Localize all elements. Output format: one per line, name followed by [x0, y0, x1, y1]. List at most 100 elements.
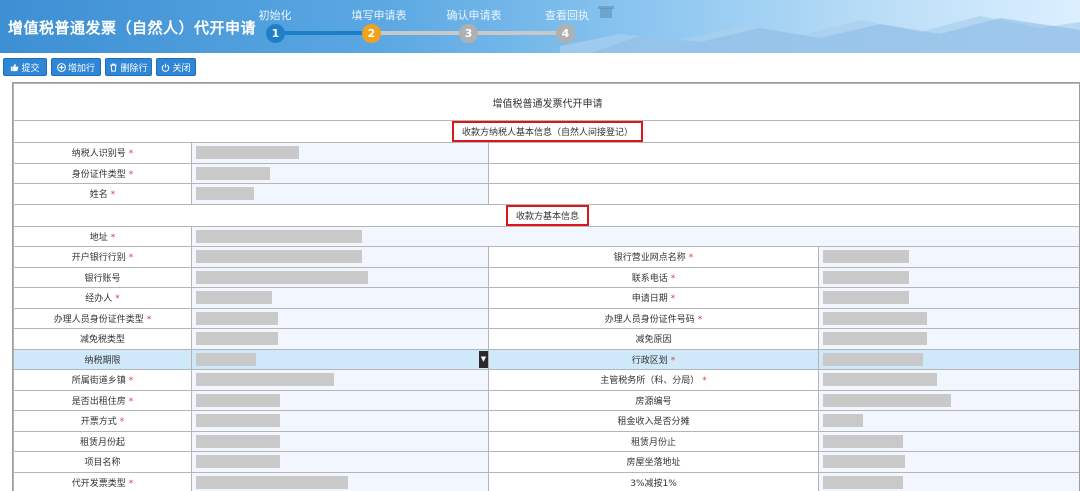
section-title-payee-basic: 收款方基本信息: [505, 204, 589, 226]
row-handler: 经办人 * 申请日期 *: [13, 287, 1079, 309]
row-bank: 开户银行行别 * 银行营业网点名称 *: [13, 246, 1079, 268]
label-lease-start: 租赁月份起: [13, 430, 192, 452]
label-house-location: 房屋坐落地址: [488, 451, 819, 473]
street-field[interactable]: [191, 369, 489, 391]
delete-row-label: 删除行: [120, 63, 148, 74]
row-id-type: 身份证件类型 *: [13, 162, 1079, 184]
label-house-no: 房源编号: [488, 389, 819, 411]
plus-circle-icon: [57, 62, 66, 72]
phone-field[interactable]: [818, 266, 1079, 288]
label-tax-period: 纳税期限: [13, 348, 192, 370]
admin-division-field[interactable]: [818, 348, 1079, 370]
taxpayer-id-field[interactable]: [191, 142, 489, 164]
row-address: 地址 *: [13, 225, 1079, 247]
reduce-rate-field[interactable]: [818, 471, 1079, 491]
label-handler-id-no: 办理人员身份证件号码 *: [488, 307, 819, 329]
step-label-3: 确认申请表: [446, 9, 502, 22]
tax-office-field[interactable]: [818, 369, 1079, 391]
row-invoice-type: 代开发票类型 * 3%减按1%: [13, 471, 1079, 491]
handler-id-type-field[interactable]: [191, 307, 489, 329]
label-bank-account: 银行账号: [13, 266, 192, 288]
row-taxpayer-id: 纳税人识别号 *: [13, 142, 1079, 164]
step-dot-2: 2: [362, 24, 381, 43]
row-tax-period: 纳税期限 ▼ 行政区划 *: [13, 348, 1079, 370]
row-bank-account: 银行账号 联系电话 *: [13, 266, 1079, 288]
step-label-1: 初始化: [258, 9, 292, 22]
label-project-name: 项目名称: [13, 451, 192, 473]
add-row-label: 增加行: [67, 63, 95, 74]
label-tax-reduction-type: 减免税类型: [13, 328, 192, 350]
address-field[interactable]: [191, 225, 1079, 247]
row-handler-id: 办理人员身份证件类型 * 办理人员身份证件号码 *: [13, 307, 1079, 329]
row-rental: 是否出租住房 * 房源编号: [13, 389, 1079, 411]
row-reduction: 减免税类型 减免原因: [13, 328, 1079, 350]
progress-steps: 初始化 填写申请表 确认申请表 查看回执 1 2 3 4: [0, 0, 1080, 53]
form-title-row: 增值税普通发票代开申请: [13, 83, 1079, 121]
name-field[interactable]: [191, 183, 489, 205]
label-handler-id-type: 办理人员身份证件类型 *: [13, 307, 192, 329]
row-invoice-method: 开票方式 * 租金收入是否分摊: [13, 410, 1079, 432]
handler-field[interactable]: [191, 287, 489, 309]
label-taxpayer-id: 纳税人识别号 *: [13, 142, 192, 164]
dropdown-arrow-icon[interactable]: ▼: [479, 350, 488, 368]
row-lease: 租赁月份起 租赁月份止: [13, 430, 1079, 452]
add-row-button[interactable]: 增加行: [51, 58, 101, 76]
toolbar: 提交 增加行 删除行 关闭: [0, 55, 1080, 79]
step-label-2: 填写申请表: [351, 9, 407, 22]
label-invoice-type: 代开发票类型 *: [13, 471, 192, 491]
close-button[interactable]: 关闭: [156, 58, 196, 76]
label-reduction-reason: 减免原因: [488, 328, 819, 350]
step-dot-3: 3: [459, 24, 478, 43]
rent-split-field[interactable]: [818, 410, 1079, 432]
label-bank: 开户银行行别 *: [13, 246, 192, 268]
invoice-type-field[interactable]: [191, 471, 489, 491]
bank-field[interactable]: [191, 246, 489, 268]
tax-reduction-type-field[interactable]: [191, 328, 489, 350]
step-dot-4: 4: [556, 24, 575, 43]
label-tax-office: 主管税务所（科、分局） *: [488, 369, 819, 391]
section-row-payee-basic: 收款方基本信息: [13, 203, 1079, 227]
house-no-field[interactable]: [818, 389, 1079, 411]
thumbs-up-icon: [11, 63, 19, 71]
invoice-method-field[interactable]: [191, 410, 489, 432]
label-lease-end: 租赁月份止: [488, 430, 819, 452]
submit-label: 提交: [21, 63, 40, 74]
section-title-payee-taxpayer: 收款方纳税人基本信息（自然人间接登记）: [451, 121, 643, 142]
label-apply-date: 申请日期 *: [488, 287, 819, 309]
label-handler: 经办人 *: [13, 287, 192, 309]
tax-period-select[interactable]: ▼: [191, 348, 489, 370]
step-line-1: [276, 31, 371, 35]
lease-start-field[interactable]: [191, 430, 489, 452]
submit-button[interactable]: 提交: [3, 58, 47, 76]
label-bank-branch: 银行营业网点名称 *: [488, 246, 819, 268]
lease-end-field[interactable]: [818, 430, 1079, 452]
row-name: 姓名 *: [13, 183, 1079, 205]
rental-housing-field[interactable]: [191, 389, 489, 411]
label-id-type: 身份证件类型 *: [13, 162, 192, 184]
label-phone: 联系电话 *: [488, 266, 819, 288]
section-row-payee-taxpayer: 收款方纳税人基本信息（自然人间接登记）: [13, 120, 1079, 143]
row-street: 所属街道乡镇 * 主管税务所（科、分局） *: [13, 369, 1079, 391]
label-name: 姓名 *: [13, 183, 192, 205]
bank-account-field[interactable]: [191, 266, 489, 288]
handler-id-no-field[interactable]: [818, 307, 1079, 329]
label-street: 所属街道乡镇 *: [13, 369, 192, 391]
label-reduce-rate: 3%减按1%: [488, 471, 819, 491]
id-type-field[interactable]: [191, 162, 489, 184]
row-project: 项目名称 房屋坐落地址: [13, 451, 1079, 473]
delete-row-button[interactable]: 删除行: [105, 58, 152, 76]
reduction-reason-field[interactable]: [818, 328, 1079, 350]
label-rental-housing: 是否出租住房 *: [13, 389, 192, 411]
power-icon: [162, 63, 170, 72]
bank-branch-field[interactable]: [818, 246, 1079, 268]
apply-date-field[interactable]: [818, 287, 1079, 309]
label-address: 地址 *: [13, 225, 192, 247]
trash-icon: [110, 63, 118, 72]
form-title: 增值税普通发票代开申请: [13, 83, 1079, 121]
house-location-field[interactable]: [818, 451, 1079, 473]
application-form: 增值税普通发票代开申请 收款方纳税人基本信息（自然人间接登记） 纳税人识别号 * …: [12, 82, 1080, 491]
close-label: 关闭: [172, 63, 191, 74]
header-banner: 增值税普通发票（自然人）代开申请 初始化 填写申请表 确认申请表 查看回执 1 …: [0, 0, 1080, 53]
project-name-field[interactable]: [191, 451, 489, 473]
label-rent-split: 租金收入是否分摊: [488, 410, 819, 432]
